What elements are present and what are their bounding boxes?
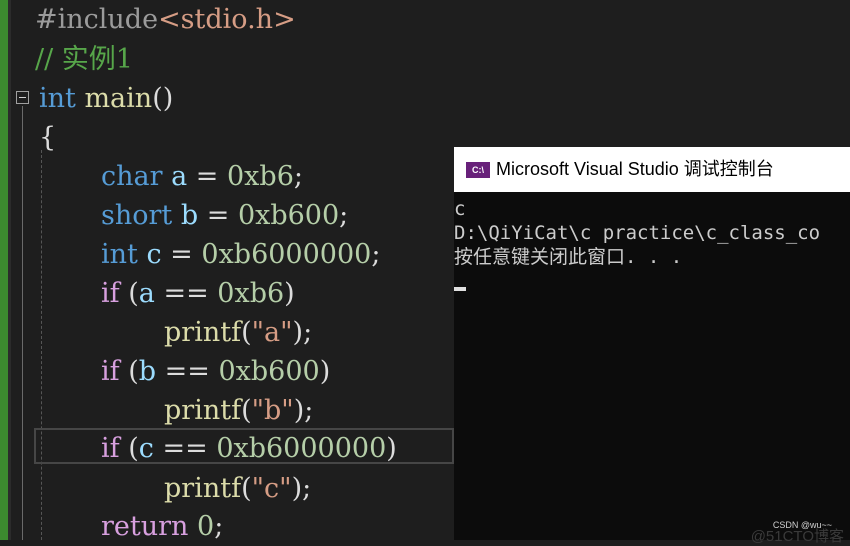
console-title: Microsoft Visual Studio 调试控制台 (496, 159, 774, 179)
code-line-decl-b[interactable]: short b = 0xb600; (101, 196, 348, 235)
code-token: ); (292, 317, 313, 348)
code-token: printf (164, 395, 242, 426)
code-line-open-brace[interactable]: { (39, 118, 56, 157)
code-token: if (101, 433, 120, 464)
console-output-line: D:\QiYiCat\c practice\c_class_co (454, 222, 821, 244)
code-token: "a" (251, 317, 293, 348)
code-token: ; (339, 200, 349, 231)
code-token: "c" (251, 473, 292, 504)
code-token: ( (241, 473, 252, 504)
code-token: 0xb6 (227, 161, 294, 192)
console-app-icon: C:\ (466, 162, 490, 178)
fold-guide (22, 106, 23, 540)
code-line-printf-a[interactable]: printf("a"); (164, 313, 312, 352)
console-output-line: c (454, 198, 466, 220)
gutter (8, 0, 11, 540)
change-indicator-bar (0, 0, 8, 540)
code-token: ) (319, 356, 331, 387)
code-token: c (137, 239, 162, 270)
code-token: short (101, 200, 173, 231)
code-line-printf-b[interactable]: printf("b"); (164, 391, 313, 430)
debug-console-window[interactable]: C:\ Microsoft Visual Studio 调试控制台 c D:\Q… (454, 147, 850, 545)
code-token: ; (371, 239, 381, 270)
code-token: ( (241, 395, 252, 426)
code-token: == (156, 356, 219, 387)
code-line-return[interactable]: return 0; (101, 507, 223, 546)
code-line-decl-a[interactable]: char a = 0xb6; (101, 157, 303, 196)
code-token: char (101, 161, 163, 192)
code-token: if (101, 356, 120, 387)
console-title-bar[interactable]: C:\ Microsoft Visual Studio 调试控制台 (454, 147, 850, 192)
code-token: == (153, 433, 217, 464)
console-output[interactable]: c D:\QiYiCat\c practice\c_class_co 按任意键关… (454, 197, 850, 269)
code-token: a (162, 161, 188, 192)
code-token: = (161, 239, 202, 270)
code-token: 0 (188, 511, 215, 542)
code-line-printf-c[interactable]: printf("c"); (164, 469, 311, 508)
code-token: b (172, 200, 199, 231)
code-token: = (198, 200, 238, 231)
code-token: int (101, 239, 138, 270)
code-token: { (39, 122, 57, 153)
code-token: ( (119, 278, 139, 309)
code-token: <stdio.h> (158, 4, 296, 35)
code-line-decl-c[interactable]: int c = 0xb6000000; (101, 235, 380, 274)
code-token: return (101, 511, 189, 542)
code-token: c (138, 433, 154, 464)
code-line-if-b[interactable]: if (b == 0xb600) (101, 352, 330, 391)
indent-guide (41, 150, 42, 540)
code-token: ; (214, 511, 224, 542)
code-token: ); (291, 473, 312, 504)
code-token: // 实例1 (35, 44, 133, 75)
code-token: if (101, 278, 120, 309)
watermark-site: @51CTO博客 (750, 528, 844, 545)
code-token: printf (164, 473, 242, 504)
code-token: 0xb6000000 (216, 433, 387, 464)
code-token: a (138, 278, 155, 309)
console-output-line: 按任意键关闭此窗口. . . (454, 246, 683, 268)
code-token: 0xb600 (237, 200, 340, 231)
code-line-if-c[interactable]: if (c == 0xb6000000) (101, 429, 397, 468)
code-line-comment[interactable]: // 实例1 (35, 40, 133, 79)
code-token: printf (164, 317, 242, 348)
code-token: ; (293, 161, 303, 192)
code-token: == (154, 278, 218, 309)
code-line-main-decl[interactable]: int main() (39, 79, 173, 118)
code-token: ) (386, 433, 397, 464)
code-token: ( (119, 356, 139, 387)
code-token: int (39, 83, 76, 114)
code-token: 0xb6 (217, 278, 285, 309)
console-cursor (454, 287, 466, 291)
code-token: #include (35, 4, 159, 35)
code-token: 0xb600 (218, 356, 320, 387)
collapse-icon[interactable] (16, 91, 29, 104)
code-token: ( (119, 433, 139, 464)
code-line-include[interactable]: #include<stdio.h> (35, 0, 296, 39)
code-token: 0xb6000000 (201, 239, 372, 270)
code-line-if-a[interactable]: if (a == 0xb6) (101, 274, 295, 313)
code-token: ) (284, 278, 295, 309)
code-token: = (187, 161, 227, 192)
code-token: () (152, 83, 174, 114)
code-token: ); (293, 395, 314, 426)
code-token: ( (241, 317, 252, 348)
code-token: "b" (251, 395, 294, 426)
code-token: main (75, 83, 153, 114)
code-token: b (138, 356, 157, 387)
